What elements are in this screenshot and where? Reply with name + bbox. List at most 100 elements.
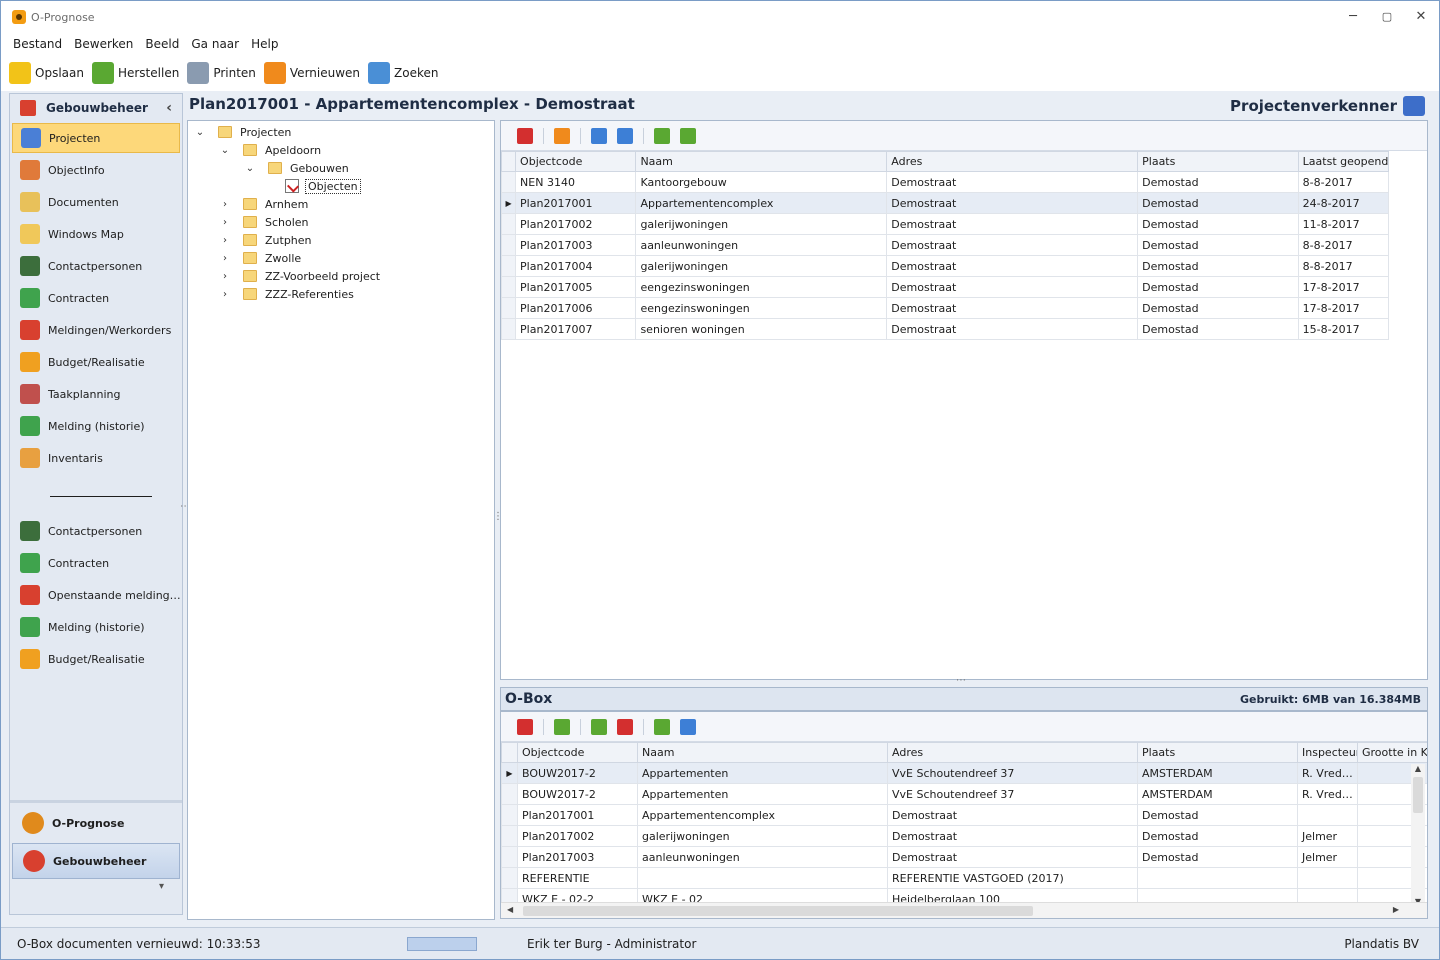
column-header-plaats[interactable]: Plaats [1137,151,1299,172]
module-o-prognose[interactable]: O-Prognose [12,805,180,841]
table-cell[interactable] [1297,804,1358,826]
sidebar-item-budget-realisatie[interactable]: Budget/Realisatie [10,346,182,378]
table-cell[interactable]: Demostraat [887,825,1138,847]
column-header-naam[interactable]: Naam [637,742,888,763]
table-cell[interactable]: Plan2017006 [515,297,637,319]
table-row[interactable]: Plan2017005 eengezinswoningen Demostraat De… [500,276,1390,298]
table-cell[interactable]: Plan2017002 [517,825,638,847]
collapse-sidebar-button[interactable]: ‹ [166,100,172,116]
table-cell[interactable]: Appartementencomplex [635,192,888,214]
table-cell[interactable]: Demostraat [886,276,1139,298]
menu-help[interactable]: Help [245,37,284,51]
column-header-objectcode[interactable]: Objectcode [517,742,638,763]
copy-icon[interactable] [617,127,633,144]
table-row[interactable]: Plan2017007 senioren woningen Demostraat De… [500,318,1390,340]
table-cell[interactable]: Plan2017001 [517,804,638,826]
table-cell[interactable]: Demostad [1137,234,1299,256]
sidebar-item-melding-historie[interactable]: Melding (historie) [10,410,182,442]
add-icon[interactable] [591,127,607,144]
open-doc-icon[interactable] [554,127,570,144]
table-cell[interactable]: eengezinswoningen [635,297,888,319]
menu-ga-naar[interactable]: Ga naar [185,37,245,51]
module-gebouwbeheer[interactable]: Gebouwbeheer [12,843,180,879]
table-row[interactable]: ▶ Plan2017001 Appartementencomplex Demostra… [500,192,1390,214]
table-cell[interactable]: Plan2017002 [515,213,637,235]
table-cell[interactable]: aanleunwoningen [635,234,888,256]
table-cell[interactable]: BOUW2017-2 [517,762,638,784]
table-cell[interactable]: 15-8-2017 [1297,318,1390,340]
upload-icon[interactable] [591,718,607,735]
expand-icon[interactable]: › [219,271,231,282]
table-cell[interactable]: Kantoorgebouw [635,171,888,193]
column-header-plaats[interactable]: Plaats [1137,742,1298,763]
sidebar-item-contracten[interactable]: Contracten [10,282,182,314]
sidebar-item-contactpersonen[interactable]: Contactpersonen [10,250,182,282]
sidebar-item-taakplanning[interactable]: Taakplanning [10,378,182,410]
table-row[interactable]: REFERENTIE REFERENTIE VASTGOED (2017) [501,867,1427,889]
maximize-button[interactable]: ▢ [1379,9,1395,25]
table-cell[interactable]: galerijwoningen [635,255,888,277]
vernieuwen-button[interactable]: Vernieuwen [263,62,360,84]
herstellen-button[interactable]: Herstellen [91,62,179,84]
table-cell[interactable]: Appartementen [637,762,888,784]
menu-bewerken[interactable]: Bewerken [68,37,139,51]
table-cell[interactable]: 17-8-2017 [1297,276,1390,298]
opslaan-button[interactable]: Opslaan [9,62,84,84]
table-cell[interactable]: Demostraat [887,846,1138,868]
tree-node-zz-voorbeeld-project[interactable]: › ZZ-Voorbeeld project [219,267,380,285]
vertical-scroll-thumb[interactable] [1413,777,1423,813]
table-cell[interactable]: 8-8-2017 [1297,255,1390,277]
table-cell[interactable]: Jelmer [1297,846,1358,868]
tree-node-gebouwen[interactable]: ⌄ Gebouwen [244,159,349,177]
table-cell[interactable]: Appartementen [637,783,888,805]
table-cell[interactable]: aanleunwoningen [637,846,888,868]
table-cell[interactable]: R. Vred… [1297,762,1358,784]
column-header-inspecteur[interactable]: Inspecteur [1297,742,1358,763]
scroll-up-icon[interactable]: ▲ [1411,764,1425,773]
expand-icon[interactable]: › [219,289,231,300]
table-row[interactable]: Plan2017002 galerijwoningen Demostraat Demo… [500,213,1390,235]
table-cell[interactable]: Demostad [1137,255,1299,277]
table-cell[interactable]: Demostad [1137,213,1299,235]
sidebar-item-windows-map[interactable]: Windows Map [10,218,182,250]
table-cell[interactable]: R. Vred… [1297,783,1358,805]
minimize-button[interactable]: ─ [1345,9,1361,25]
table-cell[interactable]: Demostraat [886,234,1139,256]
table-cell[interactable] [1137,867,1298,889]
table-cell[interactable]: Plan2017001 [515,192,637,214]
collapse-icon[interactable]: ⌄ [194,127,206,138]
sidebar-item-budget-realisatie[interactable]: Budget/Realisatie [10,643,182,675]
collapse-icon[interactable]: ⌄ [244,163,256,174]
table-cell[interactable]: Plan2017003 [515,234,637,256]
scroll-left-icon[interactable]: ◀ [507,905,513,914]
table-cell[interactable]: Demostraat [886,255,1139,277]
table-cell[interactable]: REFERENTIE [517,867,638,889]
table-row[interactable]: Plan2017002 galerijwoningen Demostraat Demo… [501,825,1427,847]
menu-beeld[interactable]: Beeld [139,37,185,51]
tree-node-zwolle[interactable]: › Zwolle [219,249,301,267]
table-cell[interactable]: eengezinswoningen [635,276,888,298]
sync-icon[interactable] [654,718,670,735]
table-cell[interactable]: Demostad [1137,276,1299,298]
import-icon[interactable] [654,127,670,144]
table-row[interactable]: NEN 3140 Kantoorgebouw Demostraat Demostad 8… [500,171,1390,193]
table-row[interactable]: Plan2017003 aanleunwoningen Demostraat Demo… [501,846,1427,868]
table-cell[interactable]: 17-8-2017 [1297,297,1390,319]
expand-icon[interactable]: › [219,217,231,228]
collapse-icon[interactable]: ⌄ [219,145,231,156]
table-cell[interactable]: BOUW2017-2 [517,783,638,805]
table-cell[interactable]: Demostraat [886,297,1139,319]
table-cell[interactable]: REFERENTIE VASTGOED (2017) [887,867,1138,889]
tree-node-zzz-referenties[interactable]: › ZZZ-Referenties [219,285,354,303]
table-cell[interactable]: Plan2017005 [515,276,637,298]
tree-node-apeldoorn[interactable]: ⌄ Apeldoorn [219,141,321,159]
column-header-adres[interactable]: Adres [887,742,1138,763]
delete-icon[interactable] [517,718,533,735]
table-row[interactable]: Plan2017004 galerijwoningen Demostraat Demo… [500,255,1390,277]
table-cell[interactable]: VvE Schoutendreef 37 [887,783,1138,805]
sidebar-item-meldingen-werkorders[interactable]: Meldingen/Werkorders [10,314,182,346]
chevron-down-icon[interactable]: ▾ [10,881,182,892]
menu-bestand[interactable]: Bestand [7,37,68,51]
column-header-naam[interactable]: Naam [635,151,888,172]
sidebar-item-objectinfo[interactable]: ObjectInfo [10,154,182,186]
